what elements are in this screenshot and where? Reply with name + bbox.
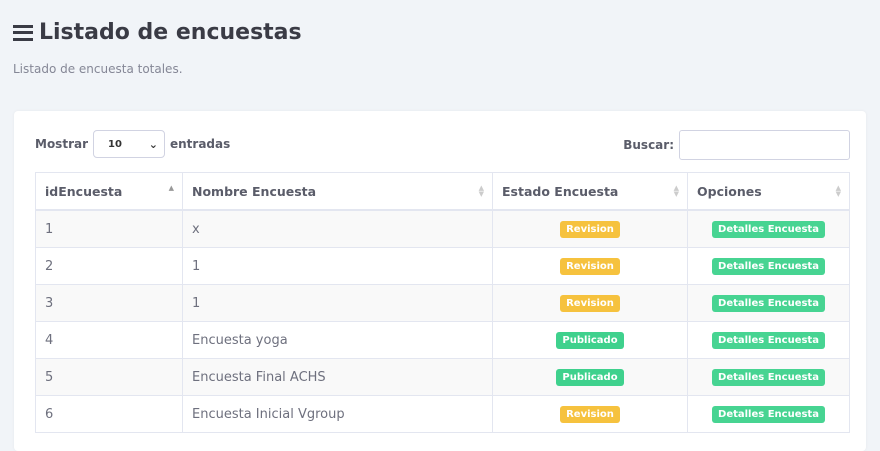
details-button[interactable]: Detalles Encuesta: [712, 331, 825, 349]
page-subtitle: Listado de encuesta totales.: [13, 62, 183, 76]
status-badge: Publicado: [556, 368, 624, 386]
cell-name: 1: [182, 247, 493, 285]
page-size-select[interactable]: 10 ⌄: [93, 130, 165, 158]
menu-icon: [13, 24, 33, 41]
column-label: Opciones: [697, 183, 762, 199]
cell-name: Encuesta Final ACHS: [182, 358, 493, 396]
status-badge: Revision: [560, 294, 620, 312]
chevron-down-icon: ⌄: [148, 137, 158, 151]
page-size-value: 10: [108, 138, 122, 150]
cell-status: Revision: [492, 395, 688, 433]
sort-asc-icon: ▲: [168, 184, 174, 192]
table-row: 5 Encuesta Final ACHS Publicado Detalles…: [35, 358, 850, 396]
details-button[interactable]: Detalles Encuesta: [712, 257, 825, 275]
page-size-control: Mostrar 10 ⌄ entradas: [35, 130, 230, 158]
cell-id: 4: [35, 321, 183, 359]
column-header-id[interactable]: idEncuesta ▲: [35, 172, 183, 211]
column-label: idEncuesta: [45, 183, 123, 199]
show-label: Mostrar: [35, 137, 88, 151]
column-header-status[interactable]: Estado Encuesta ▲ ▼: [492, 172, 688, 211]
cell-status: Publicado: [492, 358, 688, 396]
sort-icon: ▲ ▼: [835, 184, 841, 198]
sort-icon: ▲ ▼: [673, 184, 679, 198]
cell-options: Detalles Encuesta: [687, 209, 850, 248]
cell-name: Encuesta Inicial Vgroup: [182, 395, 493, 433]
page-title-text: Listado de encuestas: [39, 20, 302, 45]
details-button[interactable]: Detalles Encuesta: [712, 405, 825, 423]
column-label: Nombre Encuesta: [192, 183, 317, 199]
cell-id: 6: [35, 395, 183, 433]
column-header-name[interactable]: Nombre Encuesta ▲ ▼: [182, 172, 493, 211]
table-row: 6 Encuesta Inicial Vgroup Revision Detal…: [35, 395, 850, 433]
page-title: Listado de encuestas: [13, 20, 302, 45]
column-label: Estado Encuesta: [502, 183, 619, 199]
cell-status: Revision: [492, 284, 688, 322]
cell-options: Detalles Encuesta: [687, 247, 850, 285]
details-button[interactable]: Detalles Encuesta: [712, 220, 825, 238]
table-row: 2 1 Revision Detalles Encuesta: [35, 247, 850, 285]
sort-icon: ▲ ▼: [478, 184, 484, 198]
cell-status: Revision: [492, 247, 688, 285]
status-badge: Revision: [560, 257, 620, 275]
cell-options: Detalles Encuesta: [687, 395, 850, 433]
status-badge: Revision: [560, 405, 620, 423]
details-button[interactable]: Detalles Encuesta: [712, 294, 825, 312]
search-control: Buscar:: [623, 130, 850, 160]
cell-options: Detalles Encuesta: [687, 321, 850, 359]
cell-id: 2: [35, 247, 183, 285]
surveys-table: idEncuesta ▲ Nombre Encuesta ▲ ▼ Estado Enc…: [35, 172, 850, 433]
cell-id: 5: [35, 358, 183, 396]
entries-label: entradas: [170, 137, 231, 151]
cell-id: 3: [35, 284, 183, 322]
table-row: 3 1 Revision Detalles Encuesta: [35, 284, 850, 322]
cell-options: Detalles Encuesta: [687, 284, 850, 322]
cell-status: Revision: [492, 209, 688, 248]
table-row: 1 x Revision Detalles Encuesta: [35, 209, 850, 248]
search-input[interactable]: [679, 130, 850, 160]
surveys-card: Mostrar 10 ⌄ entradas Buscar: idEncuesta ▲…: [14, 111, 866, 451]
status-badge: Publicado: [556, 331, 624, 349]
details-button[interactable]: Detalles Encuesta: [712, 368, 825, 386]
search-label: Buscar:: [623, 138, 674, 152]
status-badge: Revision: [560, 220, 620, 238]
table-row: 4 Encuesta yoga Publicado Detalles Encue…: [35, 321, 850, 359]
cell-status: Publicado: [492, 321, 688, 359]
cell-name: 1: [182, 284, 493, 322]
cell-name: Encuesta yoga: [182, 321, 493, 359]
column-header-options[interactable]: Opciones ▲ ▼: [687, 172, 850, 211]
cell-id: 1: [35, 209, 183, 248]
cell-options: Detalles Encuesta: [687, 358, 850, 396]
cell-name: x: [182, 209, 493, 248]
